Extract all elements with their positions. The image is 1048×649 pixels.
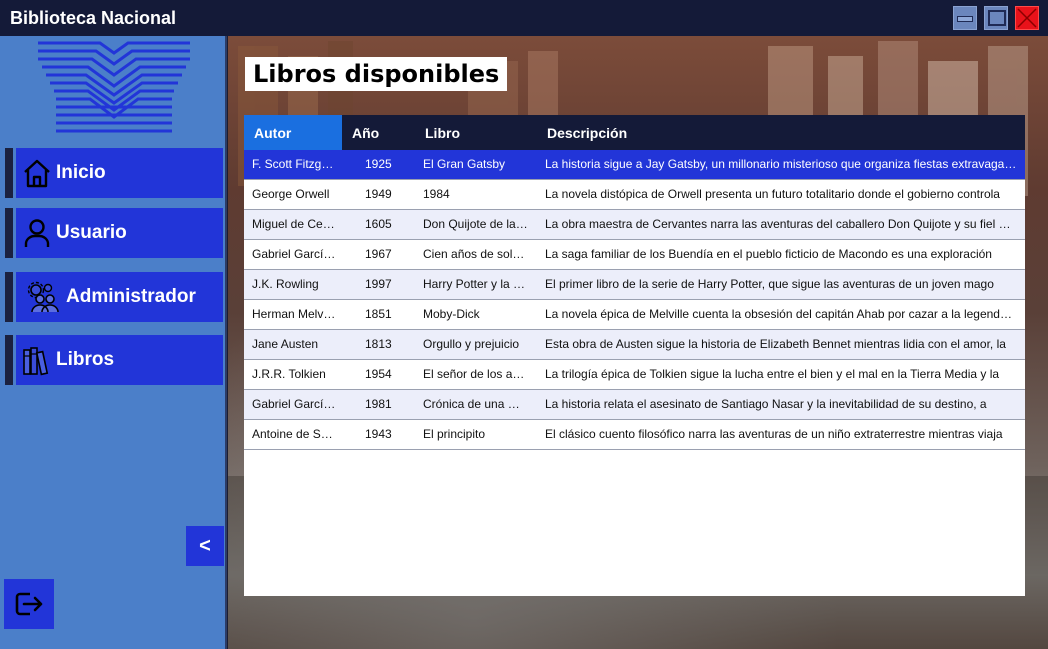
cell-libro: Moby-Dick	[423, 307, 480, 321]
cell-descripcion: El primer libro de la serie de Harry Pot…	[545, 277, 994, 291]
sidebar-item-inicio[interactable]: Inicio	[5, 148, 223, 198]
table-row[interactable]: Jane Austen 1813 Orgullo y prejuicio Esta o…	[244, 330, 1025, 360]
cell-libro: Cien años de soledad	[423, 247, 529, 261]
cell-anio: 1954	[365, 367, 392, 381]
logout-icon	[15, 592, 43, 616]
cell-autor: Jane Austen	[252, 337, 319, 351]
column-header-anio[interactable]: Año	[342, 115, 415, 150]
library-logo-icon	[38, 41, 190, 133]
sidebar-item-indicator	[5, 335, 13, 385]
table-row[interactable]: J.R.R. Tolkien 1954 El señor de los anillo…	[244, 360, 1025, 390]
sidebar-item-label: Inicio	[56, 162, 106, 183]
cell-libro: Orgullo y prejuicio	[423, 337, 520, 351]
sidebar-item-label: Usuario	[56, 222, 127, 243]
column-header-autor[interactable]: Autor	[244, 115, 342, 150]
cell-descripcion: La historia relata el asesinato de Santi…	[545, 397, 987, 411]
table-row[interactable]: Miguel de Cervantes 1605 Don Quijote de la…	[244, 210, 1025, 240]
cell-anio: 1925	[365, 157, 392, 171]
cell-autor: Miguel de Cervantes	[252, 217, 336, 231]
cell-autor: George Orwell	[252, 187, 330, 201]
table-row[interactable]: Herman Melville 1851 Moby-Dick La novela ép…	[244, 300, 1025, 330]
close-icon	[1017, 8, 1037, 28]
minimize-button[interactable]	[953, 6, 977, 30]
cell-anio: 1813	[365, 337, 392, 351]
cell-descripcion: La historia sigue a Jay Gatsby, un millo…	[545, 157, 1017, 171]
title-bar: Biblioteca Nacional	[0, 0, 1048, 36]
sidebar-item-label: Administrador	[66, 286, 196, 307]
column-header-descripcion[interactable]: Descripción	[537, 115, 1025, 150]
cell-autor: J.K. Rowling	[252, 277, 319, 291]
libros-button[interactable]: Libros	[16, 335, 223, 385]
close-button[interactable]	[1015, 6, 1039, 30]
cell-anio: 1605	[365, 217, 392, 231]
books-icon	[20, 343, 54, 377]
table-row[interactable]: F. Scott Fitzgerald 1925 El Gran Gatsby La …	[244, 150, 1025, 180]
usuario-button[interactable]: Usuario	[16, 208, 223, 258]
inicio-button[interactable]: Inicio	[16, 148, 223, 198]
cell-descripcion: La novela distópica de Orwell presenta u…	[545, 187, 1000, 201]
sidebar-item-usuario[interactable]: Usuario	[5, 208, 223, 258]
logout-button[interactable]	[4, 579, 54, 629]
sidebar-item-indicator	[5, 148, 13, 198]
maximize-button[interactable]	[984, 6, 1008, 30]
column-header-libro[interactable]: Libro	[415, 115, 537, 150]
cell-autor: J.R.R. Tolkien	[252, 367, 326, 381]
cell-libro: Don Quijote de la Mancha	[423, 217, 529, 231]
cell-descripcion: El clásico cuento filosófico narra las a…	[545, 427, 1003, 441]
cell-autor: Antoine de Saint-Exupéry	[252, 427, 336, 441]
sidebar-item-administrador[interactable]: Administrador	[5, 272, 223, 322]
table-row[interactable]: Gabriel García Márquez 1967 Cien años de s…	[244, 240, 1025, 270]
cell-anio: 1981	[365, 397, 392, 411]
cell-libro: El señor de los anillos	[423, 367, 529, 381]
table-row[interactable]: J.K. Rowling 1997 Harry Potter y la piedra…	[244, 270, 1025, 300]
table-header: Autor Año Libro Descripción	[244, 115, 1025, 150]
cell-descripcion: La obra maestra de Cervantes narra las a…	[545, 217, 1017, 231]
cell-autor: Herman Melville	[252, 307, 336, 321]
cell-anio: 1943	[365, 427, 392, 441]
cell-descripcion: La trilogía épica de Tolkien sigue la lu…	[545, 367, 1000, 381]
home-icon	[20, 156, 54, 190]
admin-gears-icon	[26, 280, 60, 314]
sidebar-item-label: Libros	[56, 349, 115, 370]
cell-anio: 1997	[365, 277, 392, 291]
app-title: Biblioteca Nacional	[10, 8, 177, 28]
collapse-sidebar-button[interactable]: <	[186, 526, 224, 566]
administrador-button[interactable]: Administrador	[16, 272, 223, 322]
cell-libro: El Gran Gatsby	[423, 157, 506, 171]
cell-libro: Harry Potter y la piedra filosofal	[423, 277, 529, 291]
cell-autor: Gabriel García Márquez	[252, 397, 336, 411]
cell-autor: Gabriel García Márquez	[252, 247, 336, 261]
sidebar-item-indicator	[5, 208, 13, 258]
cell-anio: 1967	[365, 247, 392, 261]
cell-descripcion: La novela épica de Melville cuenta la ob…	[545, 307, 1017, 321]
user-icon	[20, 216, 54, 250]
sidebar-item-indicator	[5, 272, 13, 322]
table-row[interactable]: Antoine de Saint-Exupéry 1943 El principit…	[244, 420, 1025, 450]
cell-descripcion: Esta obra de Austen sigue la historia de…	[545, 337, 1006, 351]
sidebar-item-libros[interactable]: Libros	[5, 335, 223, 385]
cell-libro: 1984	[423, 187, 450, 201]
cell-descripcion: La saga familiar de los Buendía en el pu…	[545, 247, 992, 261]
sidebar: Inicio Usuario Administrador Libros <	[0, 36, 227, 649]
cell-libro: Crónica de una muerte anunciada	[423, 397, 529, 411]
cell-anio: 1949	[365, 187, 392, 201]
table-row[interactable]: George Orwell 1949 1984 La novela distópica…	[244, 180, 1025, 210]
books-table: Autor Año Libro Descripción F. Scott Fit…	[244, 115, 1025, 596]
page-title: Libros disponibles	[245, 57, 508, 91]
table-row[interactable]: Gabriel García Márquez 1981 Crónica de una…	[244, 390, 1025, 420]
cell-libro: El principito	[423, 427, 486, 441]
cell-autor: F. Scott Fitzgerald	[252, 157, 336, 171]
cell-anio: 1851	[365, 307, 392, 321]
